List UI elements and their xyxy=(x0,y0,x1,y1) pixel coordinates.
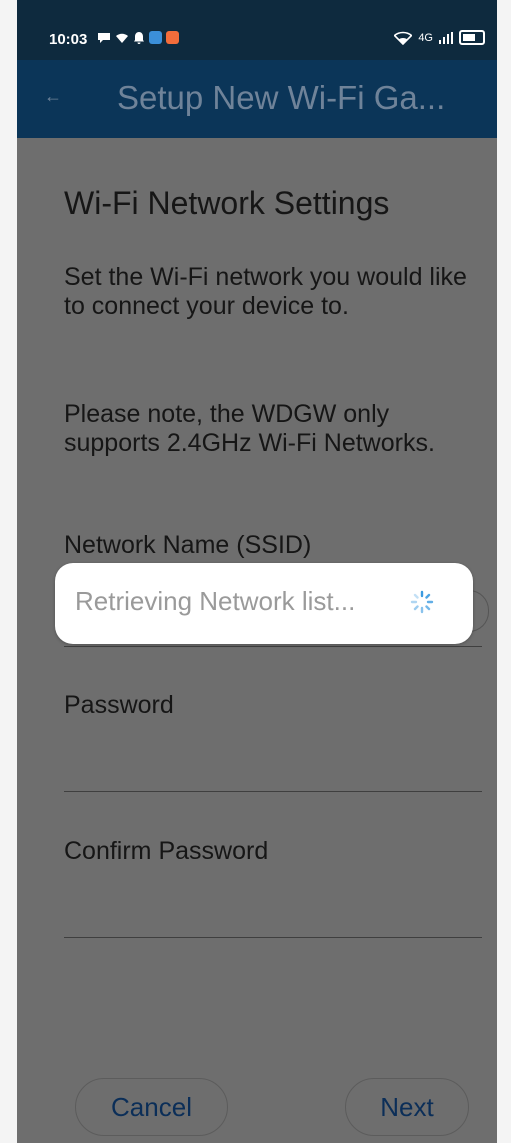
status-bar: 10:03 4G xyxy=(17,0,497,60)
chat-bubble-icon xyxy=(98,32,110,43)
notification-icons xyxy=(97,31,179,44)
toast-message: Retrieving Network list... xyxy=(75,586,356,616)
intro-text: Set the Wi-Fi network you would like to … xyxy=(64,263,467,320)
app-notification-icon xyxy=(149,31,162,44)
loading-toast: Retrieving Network list... xyxy=(55,563,473,644)
app-bar: ← Setup New Wi-Fi Ga... xyxy=(17,60,497,138)
battery-icon xyxy=(459,30,485,45)
loading-spinner-icon xyxy=(410,590,434,614)
status-indicators: 4G xyxy=(394,30,485,45)
app-bar-title: Setup New Wi-Fi Ga... xyxy=(117,79,446,116)
password-field[interactable] xyxy=(64,791,482,792)
wifi-alert-icon xyxy=(116,33,128,43)
password-label: Password xyxy=(64,691,174,719)
confirm-password-field[interactable] xyxy=(64,937,482,938)
network-type-label: 4G xyxy=(418,31,433,44)
page-title: Wi-Fi Network Settings xyxy=(64,185,390,221)
ssid-field-underline[interactable] xyxy=(64,646,482,647)
status-time: 10:03 xyxy=(49,31,88,48)
signal-icon xyxy=(439,31,453,44)
bell-icon xyxy=(134,32,144,44)
next-button[interactable]: Next xyxy=(345,1078,469,1136)
wifi-icon xyxy=(394,31,413,45)
cancel-button[interactable]: Cancel xyxy=(75,1078,228,1136)
shield-notification-icon xyxy=(166,31,179,44)
note-text: Please note, the WDGW only supports 2.4G… xyxy=(64,400,435,457)
confirm-password-label: Confirm Password xyxy=(64,837,269,865)
arrow-left-icon[interactable]: ← xyxy=(44,86,62,107)
ssid-label: Network Name (SSID) xyxy=(64,531,312,559)
